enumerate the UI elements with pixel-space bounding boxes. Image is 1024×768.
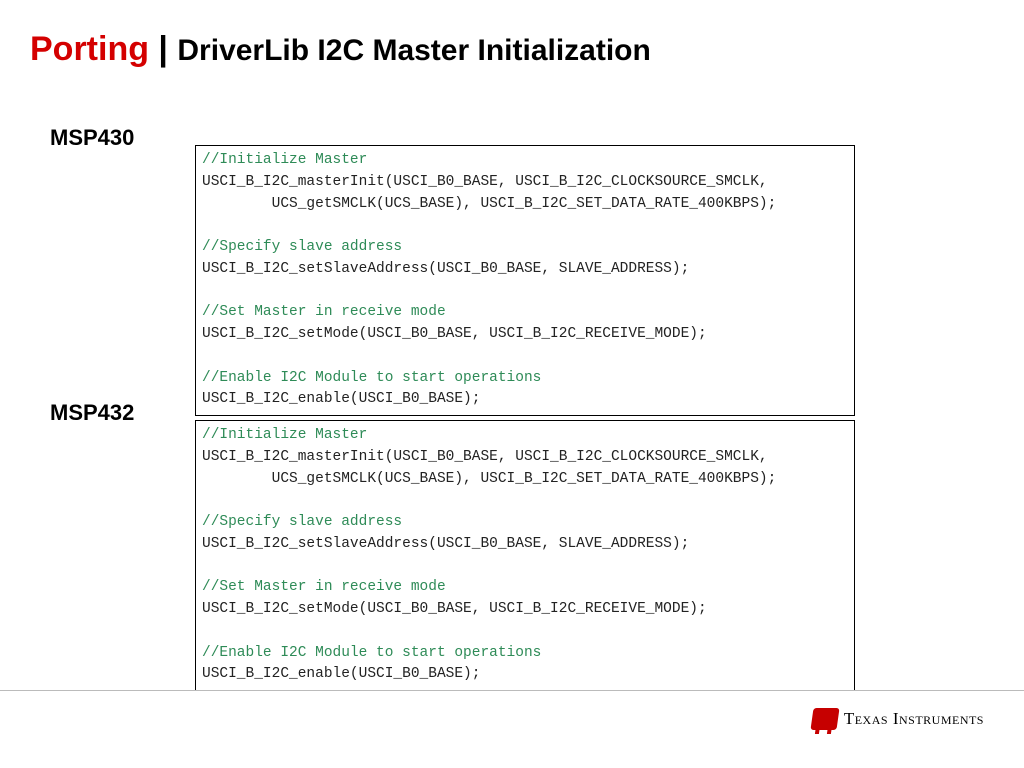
code-comment: //Enable I2C Module to start operations [202, 645, 541, 661]
title-black: DriverLib I2C Master Initialization [177, 34, 650, 67]
ti-chip-icon [810, 708, 839, 730]
code-line: USCI_B_I2C_setSlaveAddress(USCI_B0_BASE,… [202, 261, 689, 277]
ti-logo: Texas Instruments [812, 708, 984, 730]
code-line: USCI_B_I2C_masterInit(USCI_B0_BASE, USCI… [202, 174, 768, 190]
title-separator: | [149, 30, 177, 68]
code-box-msp432: //Initialize Master USCI_B_I2C_masterIni… [195, 420, 855, 691]
code-line: USCI_B_I2C_enable(USCI_B0_BASE); [202, 666, 480, 682]
code-comment: //Set Master in receive mode [202, 304, 446, 320]
ti-brand-text: Texas Instruments [844, 709, 984, 729]
code-line: USCI_B_I2C_setSlaveAddress(USCI_B0_BASE,… [202, 536, 689, 552]
title-red: Porting [30, 30, 149, 68]
code-line: USCI_B_I2C_setMode(USCI_B0_BASE, USCI_B_… [202, 326, 707, 342]
code-line: USCI_B_I2C_setMode(USCI_B0_BASE, USCI_B_… [202, 601, 707, 617]
code-comment: //Specify slave address [202, 239, 402, 255]
label-msp432: MSP432 [50, 400, 134, 426]
label-msp430: MSP430 [50, 125, 134, 151]
slide: Porting | DriverLib I2C Master Initializ… [0, 0, 1024, 768]
slide-title: Porting | DriverLib I2C Master Initializ… [30, 30, 994, 69]
code-line: USCI_B_I2C_masterInit(USCI_B0_BASE, USCI… [202, 449, 768, 465]
code-comment: //Specify slave address [202, 514, 402, 530]
code-comment: //Enable I2C Module to start operations [202, 370, 541, 386]
footer: Texas Instruments [0, 690, 1024, 746]
code-line: USCI_B_I2C_enable(USCI_B0_BASE); [202, 391, 480, 407]
code-comment: //Set Master in receive mode [202, 579, 446, 595]
code-box-msp430: //Initialize Master USCI_B_I2C_masterIni… [195, 145, 855, 416]
code-line: UCS_getSMCLK(UCS_BASE), USCI_B_I2C_SET_D… [202, 471, 776, 487]
code-comment: //Initialize Master [202, 152, 367, 168]
code-comment: //Initialize Master [202, 427, 367, 443]
code-line: UCS_getSMCLK(UCS_BASE), USCI_B_I2C_SET_D… [202, 196, 776, 212]
